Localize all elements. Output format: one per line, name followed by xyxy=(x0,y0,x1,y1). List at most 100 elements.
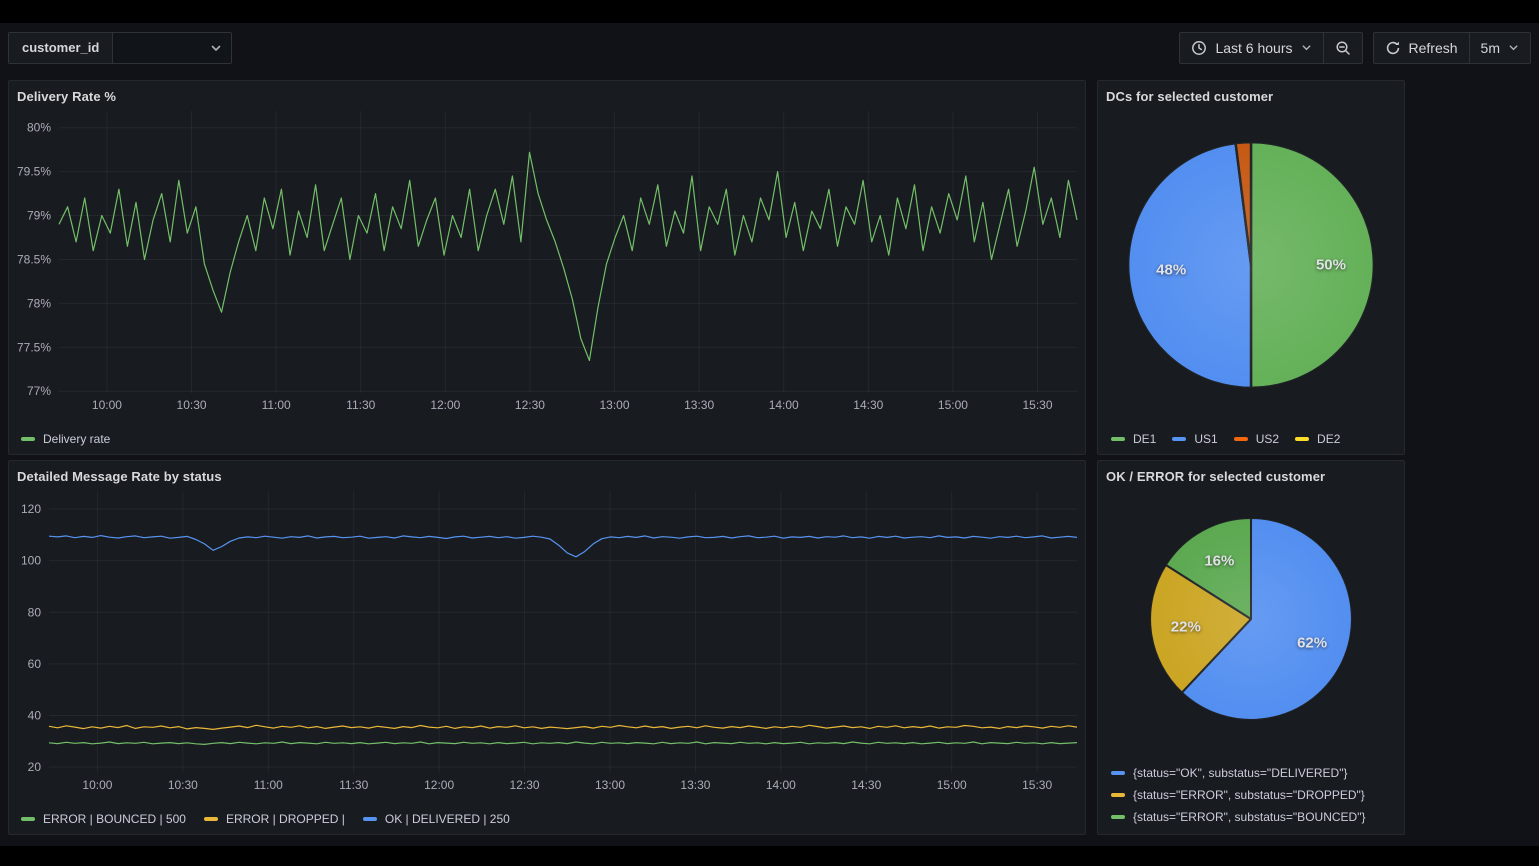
chevron-down-icon xyxy=(210,42,222,54)
magnifier-minus-icon xyxy=(1335,40,1351,56)
refresh-button[interactable]: Refresh xyxy=(1374,33,1469,63)
chevron-down-icon xyxy=(1508,42,1519,53)
refresh-label: Refresh xyxy=(1409,40,1458,56)
series-line-error-dropped- xyxy=(49,725,1077,729)
dcs-pie-legend: DE1 US1 US2 DE2 xyxy=(1098,432,1404,446)
legend-item[interactable]: {status="OK", substatus="DELIVERED"} xyxy=(1111,766,1391,780)
legend-label: {status="ERROR", substatus="DROPPED"} xyxy=(1133,788,1365,802)
y-tick-label: 40 xyxy=(28,708,42,722)
x-tick-label: 11:30 xyxy=(339,778,368,792)
refresh-interval-dropdown[interactable]: 5m xyxy=(1469,33,1530,63)
variable-customer-id: customer_id xyxy=(8,32,232,64)
legend-item[interactable]: OK | DELIVERED | 250 xyxy=(363,812,510,826)
toolbar-right: Last 6 hours Refresh xyxy=(1179,32,1531,64)
panel-title[interactable]: Detailed Message Rate by status xyxy=(17,469,222,484)
x-tick-label: 12:30 xyxy=(515,398,545,412)
legend-label: DE2 xyxy=(1317,432,1340,446)
panel-header: OK / ERROR for selected customer xyxy=(1098,461,1404,491)
pie: 50%48% xyxy=(1122,136,1380,394)
x-tick-label: 10:30 xyxy=(168,778,198,792)
okerror-pie-chart: 62%22%16% xyxy=(1098,491,1404,746)
panel-okerror-pie: OK / ERROR for selected customer 62%22%1… xyxy=(1097,460,1405,835)
pie: 62%22%16% xyxy=(1145,513,1357,725)
delivery-rate-legend: Delivery rate xyxy=(9,432,1085,446)
toolbar: customer_id Last 6 hours xyxy=(0,23,1539,72)
x-tick-label: 15:30 xyxy=(1022,778,1052,792)
panel-title[interactable]: DCs for selected customer xyxy=(1106,89,1273,104)
panel-title[interactable]: Delivery Rate % xyxy=(17,89,116,104)
delivery-rate-chart: 10:0010:3011:0011:3012:0012:3013:0013:30… xyxy=(9,111,1085,423)
legend-label: {status="OK", substatus="DELIVERED"} xyxy=(1133,766,1347,780)
x-tick-label: 10:30 xyxy=(177,398,207,412)
x-tick-label: 10:00 xyxy=(82,778,112,792)
y-tick-label: 79% xyxy=(27,209,51,223)
x-tick-label: 15:30 xyxy=(1023,398,1053,412)
time-range-label: Last 6 hours xyxy=(1215,40,1292,56)
legend-item[interactable]: DE1 xyxy=(1111,432,1156,446)
legend-series-marker xyxy=(1172,437,1186,441)
variable-label: customer_id xyxy=(9,33,112,63)
legend-series-marker xyxy=(21,437,35,441)
legend-item[interactable]: ERROR | DROPPED | xyxy=(204,812,345,826)
pie-slice-us1[interactable] xyxy=(1128,143,1251,388)
x-tick-label: 12:00 xyxy=(430,398,460,412)
y-tick-label: 60 xyxy=(28,657,42,671)
legend-series-marker xyxy=(1295,437,1309,441)
time-range-picker[interactable]: Last 6 hours xyxy=(1180,33,1322,63)
message-rate-legend: ERROR | BOUNCED | 500 ERROR | DROPPED | OK… xyxy=(9,812,1085,826)
legend-item[interactable]: Delivery rate xyxy=(21,432,110,446)
x-tick-label: 14:30 xyxy=(851,778,881,792)
legend-series-marker xyxy=(1111,437,1125,441)
series-line-delivery-rate xyxy=(59,152,1077,360)
legend-series-marker xyxy=(1111,793,1125,797)
x-tick-label: 15:00 xyxy=(938,398,968,412)
clock-icon xyxy=(1191,40,1207,56)
legend-series-marker xyxy=(204,817,218,821)
variable-value-dropdown[interactable] xyxy=(112,33,231,63)
x-tick-label: 12:00 xyxy=(424,778,454,792)
pie-slice-de1[interactable] xyxy=(1251,142,1374,388)
x-tick-label: 14:30 xyxy=(853,398,883,412)
refresh-interval-value: 5m xyxy=(1481,40,1500,56)
x-tick-label: 15:00 xyxy=(937,778,967,792)
legend-label: ERROR | BOUNCED | 500 xyxy=(43,812,186,826)
x-tick-label: 13:00 xyxy=(595,778,625,792)
x-tick-label: 11:00 xyxy=(262,398,291,412)
legend-item[interactable]: ERROR | BOUNCED | 500 xyxy=(21,812,186,826)
chevron-down-icon xyxy=(1301,42,1312,53)
legend-series-marker xyxy=(1111,815,1125,819)
x-tick-label: 12:30 xyxy=(510,778,540,792)
y-tick-label: 79.5% xyxy=(17,165,51,179)
time-controls-group: Last 6 hours xyxy=(1179,32,1362,64)
y-tick-label: 80 xyxy=(28,605,42,619)
legend-label: Delivery rate xyxy=(43,432,110,446)
y-tick-label: 100 xyxy=(21,554,41,568)
legend-series-marker xyxy=(363,817,377,821)
x-tick-label: 14:00 xyxy=(769,398,799,412)
panel-header: Detailed Message Rate by status xyxy=(9,461,1085,491)
legend-item[interactable]: {status="ERROR", substatus="BOUNCED"} xyxy=(1111,810,1391,824)
legend-label: {status="ERROR", substatus="BOUNCED"} xyxy=(1133,810,1365,824)
y-tick-label: 77% xyxy=(27,384,51,398)
legend-item[interactable]: US1 xyxy=(1172,432,1217,446)
legend-item[interactable]: {status="ERROR", substatus="DROPPED"} xyxy=(1111,788,1391,802)
okerror-pie-legend: {status="OK", substatus="DELIVERED"} {sta… xyxy=(1098,766,1404,824)
series-line-ok-delivered-250 xyxy=(49,536,1077,557)
bottom-black-bar xyxy=(0,846,1539,866)
legend-item[interactable]: US2 xyxy=(1234,432,1279,446)
zoom-out-button[interactable] xyxy=(1323,33,1362,63)
legend-item[interactable]: DE2 xyxy=(1295,432,1340,446)
y-tick-label: 77.5% xyxy=(17,340,51,354)
panel-header: Delivery Rate % xyxy=(9,81,1085,111)
x-tick-label: 13:30 xyxy=(680,778,710,792)
panel-title[interactable]: OK / ERROR for selected customer xyxy=(1106,469,1325,484)
y-tick-label: 80% xyxy=(27,121,51,135)
legend-series-marker xyxy=(1234,437,1248,441)
dashboard-app: customer_id Last 6 hours xyxy=(0,23,1539,846)
panel-message-rate: Detailed Message Rate by status 10:00 10:… xyxy=(8,460,1086,835)
x-tick-label: 11:00 xyxy=(254,778,283,792)
x-tick-label: 10:00 xyxy=(92,398,122,412)
legend-label: US1 xyxy=(1194,432,1217,446)
x-tick-label: 14:00 xyxy=(766,778,796,792)
y-tick-label: 78.5% xyxy=(17,252,51,266)
